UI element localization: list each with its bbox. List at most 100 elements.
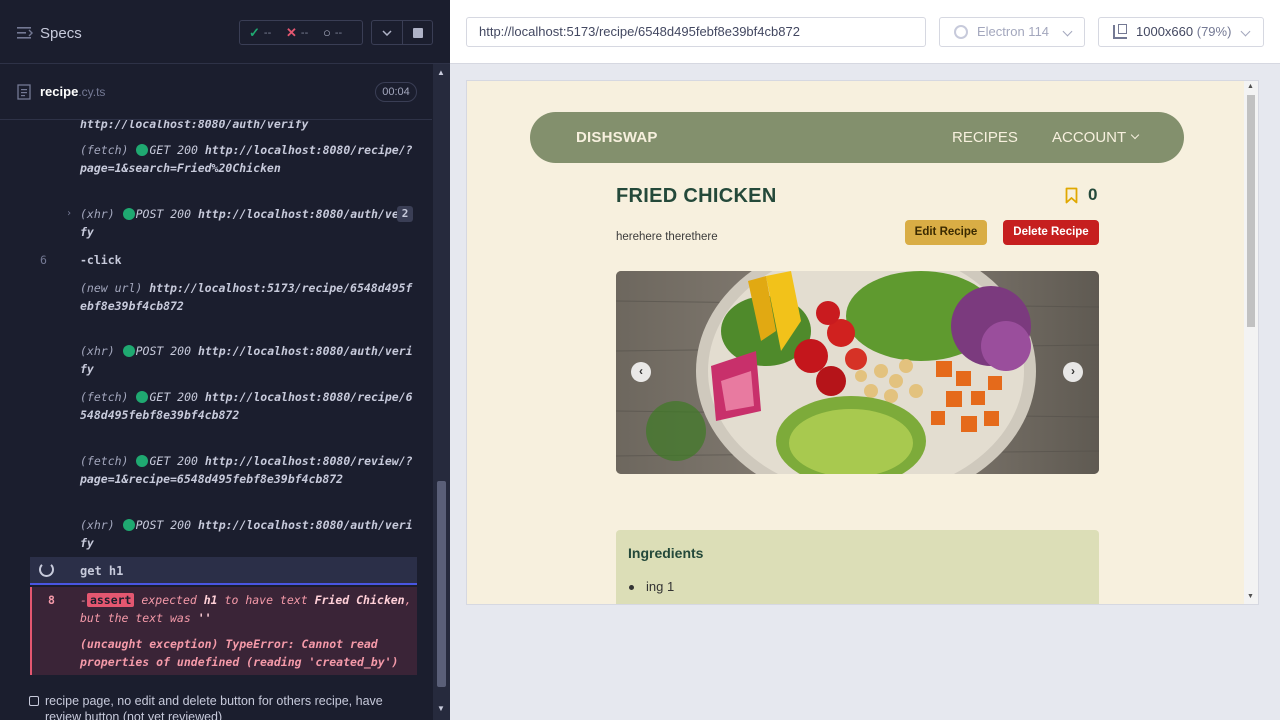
success-dot-icon xyxy=(122,345,135,357)
viewport-scale: (79%) xyxy=(1196,24,1232,39)
app-navbar: DISHSWAP RECIPES ACCOUNT xyxy=(530,112,1184,163)
success-dot-icon xyxy=(136,391,149,403)
check-icon: ✓ xyxy=(249,25,260,40)
command-text: (xhr) POST 200 http://localhost:8080/auth… xyxy=(80,344,413,376)
aut-toolbar: http://localhost:5173/recipe/6548d495feb… xyxy=(450,0,1280,64)
browser-selector[interactable]: Electron 114 xyxy=(939,17,1085,47)
x-icon: ✕ xyxy=(286,25,297,40)
command-row[interactable]: (fetch) GET 200 http://localhost:8080/rec… xyxy=(0,141,417,195)
carousel-prev-button[interactable]: ‹ xyxy=(631,362,651,382)
test-stats: ✓ -- ✕ -- ○ -- xyxy=(239,20,363,45)
ingredients-card: Ingredients ing 1 xyxy=(616,530,1099,604)
error-message: (uncaught exception) TypeError: Cannot r… xyxy=(80,637,399,669)
nav-account-menu[interactable]: ACCOUNT xyxy=(1052,129,1126,146)
scroll-thumb[interactable] xyxy=(437,481,446,687)
failed-stat: ✕ -- xyxy=(286,25,308,41)
scroll-up-icon[interactable]: ▲ xyxy=(437,68,445,77)
pending-stat: ○ -- xyxy=(323,25,342,40)
passed-stat: ✓ -- xyxy=(249,25,271,41)
chevron-down-icon xyxy=(1062,26,1073,37)
command-row[interactable]: 6 -click xyxy=(0,251,417,269)
success-dot-icon xyxy=(136,144,149,156)
next-test-title: recipe page, no edit and delete button f… xyxy=(45,694,383,720)
delete-recipe-button[interactable]: Delete Recipe xyxy=(1003,220,1099,245)
bookmark-icon[interactable] xyxy=(1065,187,1078,204)
app-preview-frame: DISHSWAP RECIPES ACCOUNT FRIED CHICKEN 0… xyxy=(466,80,1259,605)
reporter-scrollbar[interactable]: ▲ ▼ xyxy=(433,64,450,720)
command-number: 6 xyxy=(40,253,47,267)
app-scrollbar[interactable]: ▲ ▼ xyxy=(1244,81,1258,604)
chevron-down-icon xyxy=(382,29,392,36)
edit-recipe-button[interactable]: Edit Recipe xyxy=(905,220,987,245)
nav-recipes-link[interactable]: RECIPES xyxy=(952,129,1018,146)
recipe-description: herehere therethere xyxy=(616,231,718,243)
loading-spinner-icon xyxy=(39,562,54,577)
cypress-reporter: Specs ✓ -- ✕ -- ○ -- recipe.cy.ts 00:04 … xyxy=(0,0,450,720)
app-scroll-thumb[interactable] xyxy=(1247,95,1255,327)
command-text: (fetch) GET 200 http://localhost:8080/rec… xyxy=(80,143,413,175)
command-number: 8 xyxy=(48,593,55,607)
viewport-size: 1000x660 xyxy=(1136,24,1194,39)
spec-file-header[interactable]: recipe.cy.ts 00:04 xyxy=(0,64,432,120)
recipe-image-carousel[interactable]: ‹ › xyxy=(616,271,1099,474)
next-test-row[interactable]: recipe page, no edit and delete button f… xyxy=(0,680,432,720)
command-text: (new url) http://localhost:5173/recipe/6… xyxy=(80,281,413,313)
command-log: http://localhost:8080/auth/verify (fetch… xyxy=(0,120,432,675)
scroll-up-icon[interactable]: ▲ xyxy=(1247,83,1254,90)
pending-circle-icon: ○ xyxy=(323,25,331,40)
command-text: (xhr) POST 200 http://localhost:8080/auth… xyxy=(80,518,413,550)
command-text: (xhr) POST 200 http://localhost:8080/auth… xyxy=(80,207,413,239)
command-label: -click xyxy=(80,253,122,267)
stop-icon xyxy=(413,27,423,38)
chevron-down-icon xyxy=(1240,26,1251,37)
passed-count: -- xyxy=(263,27,272,39)
salad-bowl-image xyxy=(616,271,1099,474)
command-row[interactable]: (fetch) GET 200 http://localhost:8080/rev… xyxy=(0,452,417,506)
failed-count: -- xyxy=(300,27,309,39)
scroll-down-icon[interactable]: ▼ xyxy=(437,704,445,713)
get-command-label: get h1 xyxy=(80,564,124,578)
success-dot-icon xyxy=(122,208,135,220)
document-icon xyxy=(17,84,31,100)
spec-file-name: recipe.cy.ts xyxy=(40,84,105,99)
request-count-badge: 2 xyxy=(397,206,413,222)
expand-caret-icon[interactable]: › xyxy=(66,205,72,223)
command-row[interactable]: (fetch) GET 200 http://localhost:8080/rec… xyxy=(0,388,417,442)
browser-label: Electron 114 xyxy=(977,24,1050,39)
menu-lines-icon[interactable] xyxy=(17,26,33,40)
success-dot-icon xyxy=(122,519,135,531)
recipe-title: FRIED CHICKEN xyxy=(616,185,777,207)
spec-file-ext: .cy.ts xyxy=(78,85,106,99)
command-row[interactable]: (xhr) POST 200 http://localhost:8080/auth… xyxy=(0,516,417,552)
test-checkbox-icon xyxy=(29,696,39,706)
assertion-message: - assert expected h1 to have text Fried C… xyxy=(80,593,412,625)
viewport-selector[interactable]: 1000x660 (79%) xyxy=(1098,17,1264,47)
url-field[interactable]: http://localhost:5173/recipe/6548d495feb… xyxy=(466,17,926,47)
command-row[interactable]: (new url) http://localhost:5173/recipe/6… xyxy=(0,279,417,333)
brand-logo[interactable]: DISHSWAP xyxy=(576,129,658,146)
command-row[interactable]: › (xhr) POST 200 http://localhost:8080/au… xyxy=(0,205,417,241)
failed-command-row[interactable]: 8 - assert expected h1 to have text Fried… xyxy=(30,587,417,675)
assert-badge: assert xyxy=(86,593,135,607)
command-row[interactable]: http://localhost:8080/auth/verify xyxy=(0,120,417,133)
command-text: (fetch) GET 200 http://localhost:8080/rec… xyxy=(80,390,413,422)
active-command-row[interactable]: get h1 xyxy=(30,557,417,585)
command-url: http://localhost:8080/auth/verify xyxy=(80,120,309,131)
bookmark-count: 0 xyxy=(1088,185,1098,204)
chevron-down-icon[interactable] xyxy=(1130,130,1140,140)
command-text: (fetch) GET 200 http://localhost:8080/rev… xyxy=(80,454,413,486)
spec-file-basename: recipe xyxy=(40,84,79,99)
specs-title[interactable]: Specs xyxy=(40,25,82,42)
ingredients-title: Ingredients xyxy=(628,545,704,561)
ingredient-item: ing 1 xyxy=(646,579,675,594)
command-row[interactable]: (xhr) POST 200 http://localhost:8080/auth… xyxy=(0,342,417,378)
carousel-next-button[interactable]: › xyxy=(1063,362,1083,382)
reporter-header: Specs ✓ -- ✕ -- ○ -- xyxy=(0,0,450,64)
run-controls xyxy=(371,20,433,45)
collapse-button[interactable] xyxy=(372,21,402,44)
pending-count: -- xyxy=(334,26,343,39)
ruler-icon xyxy=(1113,24,1127,39)
stop-button[interactable] xyxy=(403,21,433,44)
scroll-down-icon[interactable]: ▼ xyxy=(1247,593,1254,600)
run-duration: 00:04 xyxy=(375,82,417,102)
